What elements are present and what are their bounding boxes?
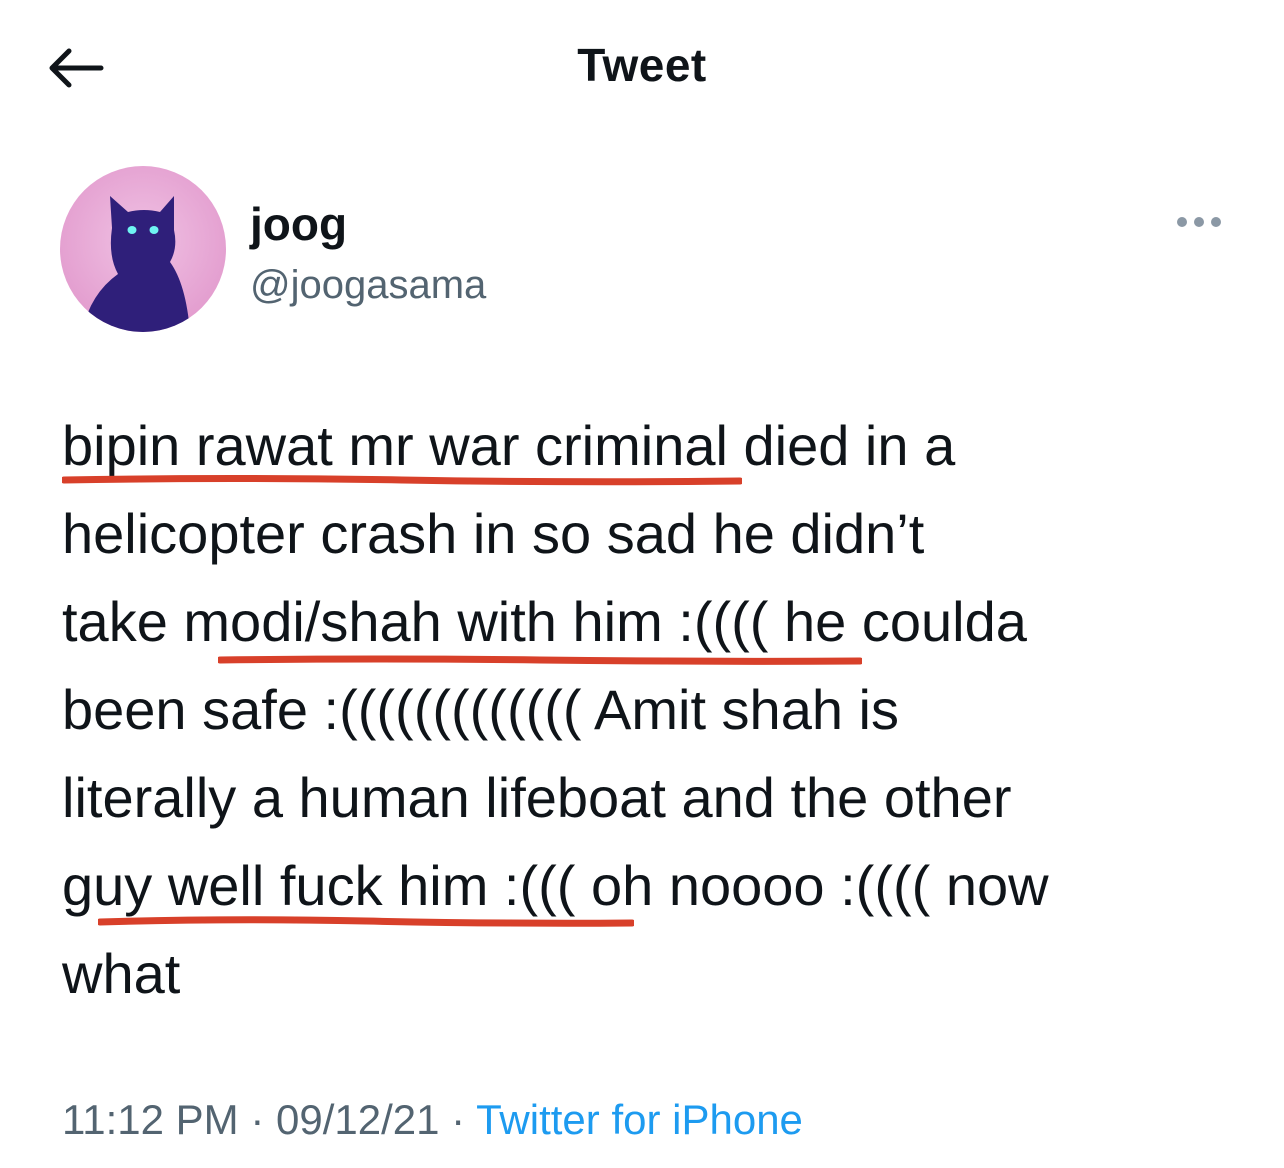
cat-silhouette-avatar (60, 166, 226, 332)
red-underline-annotation (98, 916, 634, 927)
avatar[interactable] (60, 166, 226, 332)
tweet-time: 11:12 PM (62, 1096, 239, 1143)
top-bar: Tweet (0, 0, 1284, 140)
tweet-line: take modi/shah with him :(((( he coulda (62, 590, 1027, 653)
separator: · (451, 1096, 466, 1143)
tweet-line: helicopter crash in so sad he didn’t (62, 502, 925, 565)
author-name[interactable]: joog (250, 196, 347, 252)
tweet-line: literally a human lifeboat and the other (62, 766, 1012, 829)
page-title: Tweet (577, 39, 707, 91)
tweet-metadata: 11:12 PM · 09/12/21 · Twitter for iPhone (62, 1092, 803, 1148)
more-horizontal-icon (1177, 217, 1221, 227)
tweet-source-link[interactable]: Twitter for iPhone (476, 1096, 803, 1143)
more-options-button[interactable] (1164, 200, 1234, 244)
author-handle[interactable]: @joogasama (250, 260, 486, 310)
red-underline-annotation (218, 655, 862, 665)
separator: · (250, 1096, 265, 1143)
red-underline-annotation (62, 475, 742, 486)
tweet-date: 09/12/21 (276, 1096, 440, 1143)
tweet-line: what (62, 942, 181, 1005)
tweet-line: been safe :((((((((((((( Amit shah is (62, 678, 899, 741)
